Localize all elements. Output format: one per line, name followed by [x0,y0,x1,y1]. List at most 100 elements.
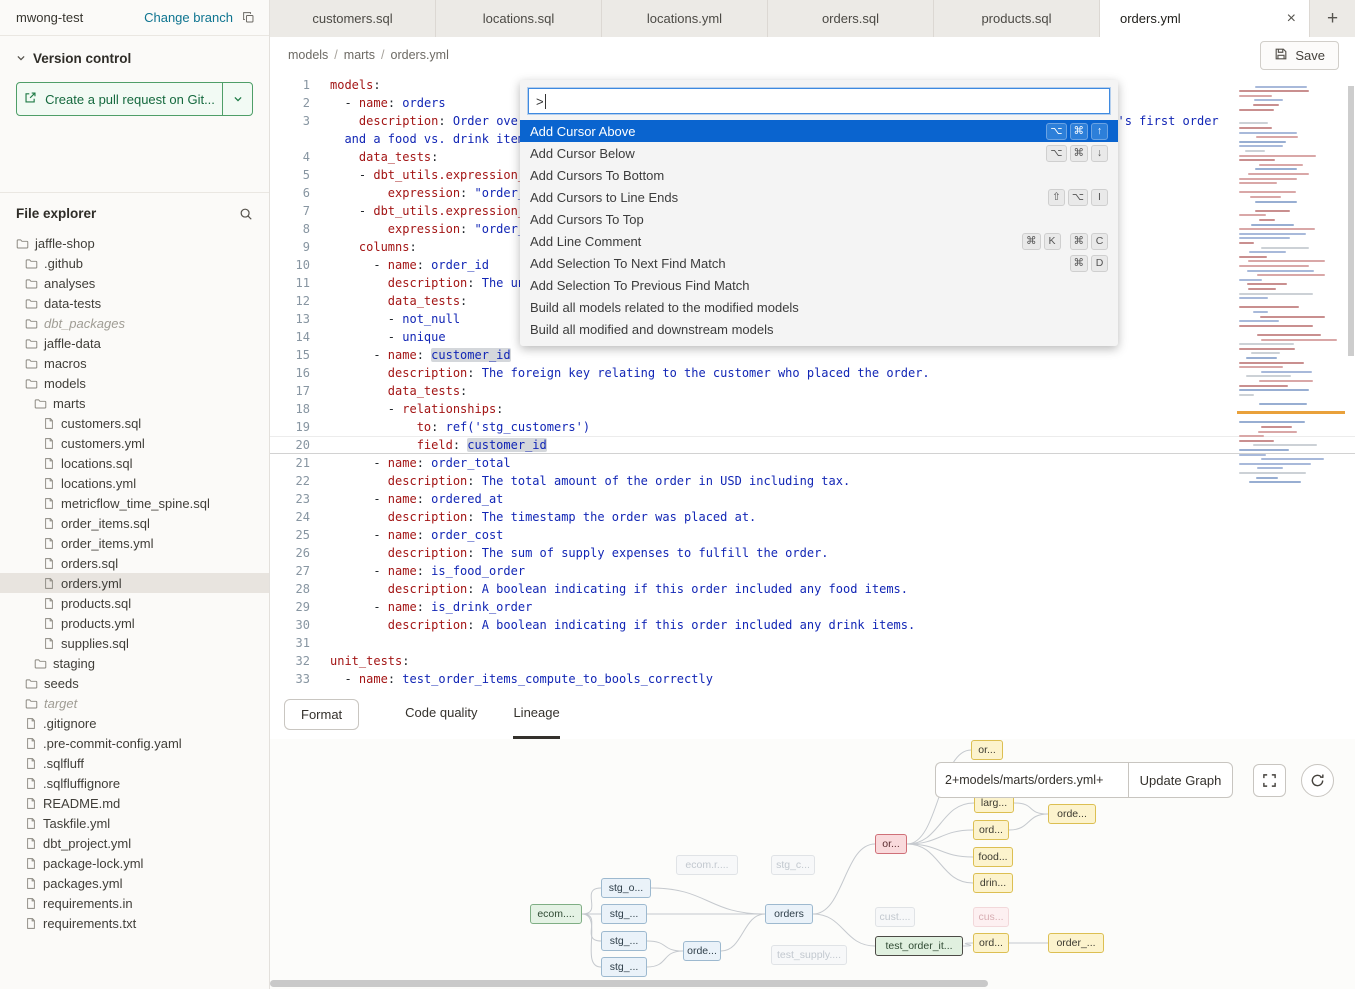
lineage-node-stg1[interactable]: stg_o... [601,878,651,898]
palette-item[interactable]: Add Line Comment⌘K⌘C [520,230,1118,252]
tree-item-requirements.txt[interactable]: requirements.txt [0,913,269,933]
create-pull-request-main[interactable]: Create a pull request on Git... [17,83,222,115]
lineage-node-ecom[interactable]: ecom.... [530,904,582,924]
palette-item[interactable]: Add Selection To Previous Find Match [520,274,1118,296]
copy-branch-icon[interactable] [242,11,255,24]
tree-item-order_items.sql[interactable]: order_items.sql [0,513,269,533]
tree-item-.pre-commit-config.yaml[interactable]: .pre-commit-config.yaml [0,733,269,753]
tree-item-marts[interactable]: marts [0,393,269,413]
tree-item-Taskfile.yml[interactable]: Taskfile.yml [0,813,269,833]
palette-item[interactable]: Add Selection To Next Find Match⌘D [520,252,1118,274]
code-line[interactable]: 21 - name: order_total [270,454,1355,472]
tree-item-analyses[interactable]: analyses [0,273,269,293]
tree-item-orders.yml[interactable]: orders.yml [0,573,269,593]
tree-item-target[interactable]: target [0,693,269,713]
tree-item-data-tests[interactable]: data-tests [0,293,269,313]
lineage-selector-input[interactable] [935,762,1128,798]
code-line[interactable]: 17 data_tests: [270,382,1355,400]
lineage-node-cusp[interactable]: cus... [973,907,1009,927]
tree-item-metricflow_time_spine.sql[interactable]: metricflow_time_spine.sql [0,493,269,513]
tree-item-customers.yml[interactable]: customers.yml [0,433,269,453]
tree-item-.sqlfluff[interactable]: .sqlfluff [0,753,269,773]
tree-item-orders.sql[interactable]: orders.sql [0,553,269,573]
code-line[interactable]: 28 description: A boolean indicating if … [270,580,1355,598]
lineage-node-drin[interactable]: drin... [973,873,1013,893]
lineage-node-ord2[interactable]: ord... [973,933,1009,953]
code-line[interactable]: 16 description: The foreign key relating… [270,364,1355,382]
lineage-node-ordery[interactable]: order_... [1048,933,1104,953]
tab-orders.yml[interactable]: orders.yml× [1100,0,1310,37]
palette-item[interactable]: Add Cursors To Top [520,208,1118,230]
code-line[interactable]: 15 - name: customer_id [270,346,1355,364]
tree-item-seeds[interactable]: seeds [0,673,269,693]
code-line[interactable]: 26 description: The sum of supply expens… [270,544,1355,562]
lineage-node-stg4[interactable]: stg_... [601,957,647,977]
code-line[interactable]: 27 - name: is_food_order [270,562,1355,580]
palette-item[interactable]: Build all modified and downstream models [520,318,1118,340]
minimap[interactable] [1237,81,1345,501]
tree-item-locations.yml[interactable]: locations.yml [0,473,269,493]
lineage-node-testo[interactable]: test_order_it... [875,936,963,956]
update-graph-button[interactable]: Update Graph [1128,762,1233,798]
lineage-node-stg3[interactable]: stg_... [601,931,647,951]
code-line[interactable]: 30 description: A boolean indicating if … [270,616,1355,634]
tree-item-.sqlfluffignore[interactable]: .sqlfluffignore [0,773,269,793]
tree-item-products.sql[interactable]: products.sql [0,593,269,613]
tab-locations.sql[interactable]: locations.sql [436,0,602,37]
tree-item-supplies.sql[interactable]: supplies.sql [0,633,269,653]
code-line[interactable]: 25 - name: order_cost [270,526,1355,544]
format-button[interactable]: Format [284,699,359,730]
tree-item-customers.sql[interactable]: customers.sql [0,413,269,433]
lineage-node-stg2[interactable]: stg_... [601,904,647,924]
lineage-node-stgc[interactable]: stg_c... [771,855,815,875]
tab-customers.sql[interactable]: customers.sql [270,0,436,37]
tree-item-staging[interactable]: staging [0,653,269,673]
editor-vertical-scrollbar[interactable] [1348,86,1354,356]
tree-item-package-lock.yml[interactable]: package-lock.yml [0,853,269,873]
lineage-node-orde_y[interactable]: orde... [1048,804,1096,824]
tree-item-products.yml[interactable]: products.yml [0,613,269,633]
tree-item-macros[interactable]: macros [0,353,269,373]
code-line[interactable]: 23 - name: ordered_at [270,490,1355,508]
tree-item-order_items.yml[interactable]: order_items.yml [0,533,269,553]
code-line[interactable]: 22 description: The total amount of the … [270,472,1355,490]
lineage-node-tests[interactable]: test_supply.... [771,945,847,965]
new-tab-button[interactable]: + [1310,0,1355,37]
tab-orders.sql[interactable]: orders.sql [768,0,934,37]
refresh-graph-button[interactable] [1301,764,1334,797]
palette-item[interactable]: Build all models related to the modified… [520,296,1118,318]
code-line[interactable]: 19 to: ref('stg_customers') [270,418,1355,436]
tree-item-README.md[interactable]: README.md [0,793,269,813]
tree-item-requirements.in[interactable]: requirements.in [0,893,269,913]
change-branch-link[interactable]: Change branch [144,10,233,25]
bottom-tab-code-quality[interactable]: Code quality [405,689,477,739]
palette-item[interactable]: Add Cursor Below⌥⌘↓ [520,142,1118,164]
code-line[interactable]: 33 - name: test_order_items_compute_to_b… [270,670,1355,688]
lineage-node-or1[interactable]: or... [971,740,1003,760]
palette-item[interactable]: Add Cursors To Bottom [520,164,1118,186]
lineage-node-cust[interactable]: cust.... [875,907,915,927]
tree-item-locations.sql[interactable]: locations.sql [0,453,269,473]
pr-dropdown-button[interactable] [222,83,252,115]
code-line[interactable]: 29 - name: is_drink_order [270,598,1355,616]
lineage-node-or_red[interactable]: or... [875,834,907,854]
close-tab-icon[interactable]: × [1287,11,1296,27]
code-line[interactable]: 24 description: The timestamp the order … [270,508,1355,526]
tree-item-.github[interactable]: .github [0,253,269,273]
code-line[interactable]: 32unit_tests: [270,652,1355,670]
lineage-node-orders[interactable]: orders [765,904,813,924]
tree-item-.gitignore[interactable]: .gitignore [0,713,269,733]
tree-item-packages.yml[interactable]: packages.yml [0,873,269,893]
tree-item-jaffle-shop[interactable]: jaffle-shop [0,233,269,253]
palette-item[interactable]: Add Cursors to Line Ends⇧⌥I [520,186,1118,208]
fullscreen-button[interactable] [1253,764,1286,797]
lineage-node-orde_b[interactable]: orde... [683,941,721,961]
lineage-node-ecomr[interactable]: ecom.r.... [676,855,738,875]
palette-item[interactable]: Add Cursor Above⌥⌘↑ [520,120,1118,142]
lineage-horizontal-scrollbar[interactable] [270,980,988,987]
search-icon[interactable] [239,207,253,221]
save-button[interactable]: Save [1260,41,1339,70]
code-line[interactable]: 31 [270,634,1355,652]
tree-item-models[interactable]: models [0,373,269,393]
version-control-header[interactable]: Version control [16,51,253,66]
